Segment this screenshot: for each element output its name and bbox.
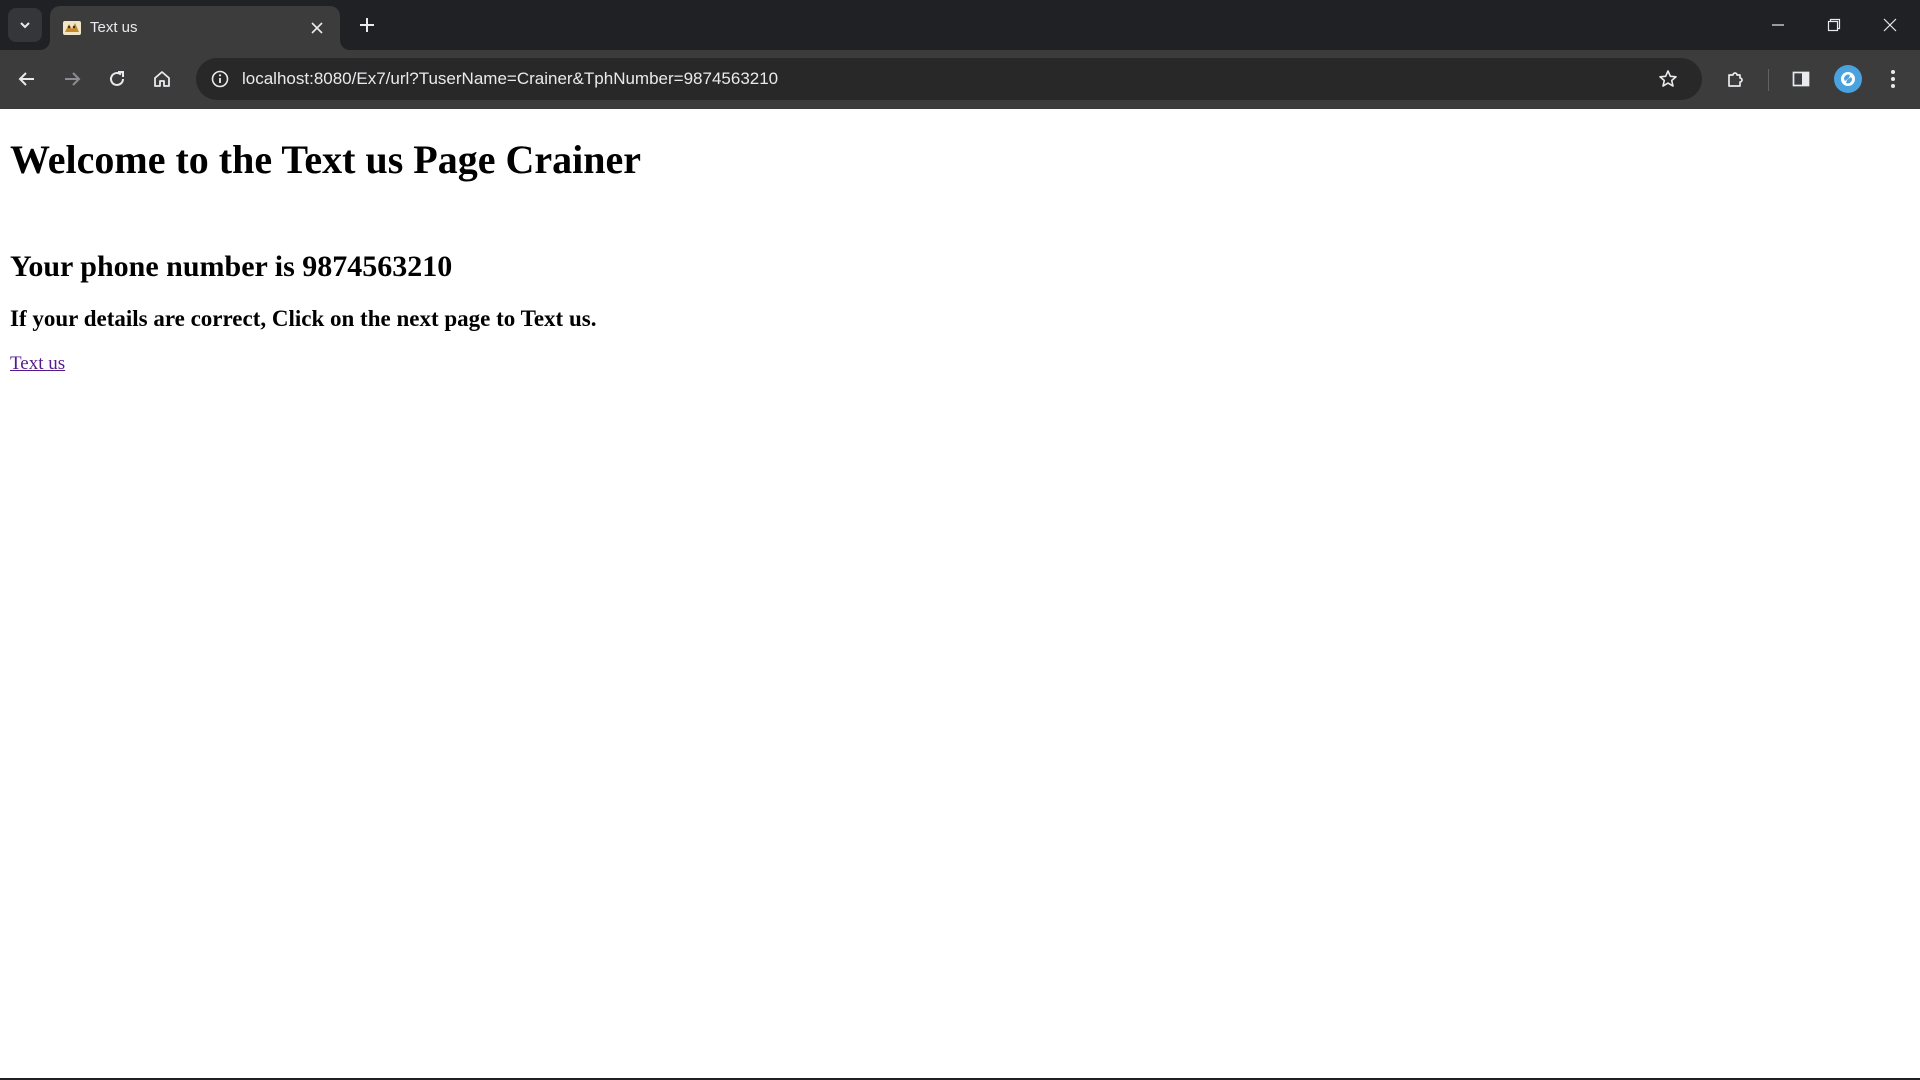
minimize-icon — [1772, 24, 1784, 26]
address-bar[interactable]: localhost:8080/Ex7/url?TuserName=Crainer… — [196, 58, 1702, 100]
forward-button[interactable] — [53, 60, 91, 98]
phone-number-heading: Your phone number is 9874563210 — [10, 250, 453, 283]
site-info-button[interactable] — [204, 63, 236, 95]
instruction-text: If your details are correct, Click on th… — [10, 306, 597, 331]
url-text[interactable]: localhost:8080/Ex7/url?TuserName=Crainer… — [242, 69, 778, 89]
window-close-button[interactable] — [1862, 0, 1918, 50]
browser-tab[interactable]: Text us — [50, 6, 340, 50]
home-icon — [154, 71, 170, 87]
page-content: Welcome to the Text us Page Crainer Your… — [0, 109, 1920, 1080]
new-tab-button[interactable] — [350, 8, 384, 42]
back-arrow-icon — [18, 72, 34, 86]
profile-emblem-icon — [1841, 72, 1855, 86]
text-us-link[interactable]: Text us — [10, 353, 65, 375]
extensions-button[interactable] — [1717, 60, 1755, 98]
info-icon — [211, 70, 229, 88]
plus-icon — [360, 18, 374, 32]
reload-icon — [110, 71, 124, 86]
close-icon — [311, 22, 323, 34]
bookmark-button[interactable] — [1652, 63, 1684, 95]
browser-toolbar: localhost:8080/Ex7/url?TuserName=Crainer… — [0, 50, 1920, 109]
browser-chrome: Text us localhost:8080/Ex7/url?TuserName… — [0, 0, 1920, 109]
tab-title: Text us — [90, 19, 138, 36]
minimize-button[interactable] — [1750, 0, 1806, 50]
profile-avatar-icon[interactable] — [1834, 65, 1862, 93]
home-button[interactable] — [143, 60, 181, 98]
tab-close-button[interactable] — [304, 15, 330, 41]
menu-button[interactable] — [1874, 60, 1912, 98]
restore-icon — [1827, 18, 1841, 32]
back-button[interactable] — [8, 60, 46, 98]
tab-strip: Text us — [0, 0, 1920, 50]
tomcat-favicon-icon — [63, 21, 81, 35]
restore-button[interactable] — [1806, 0, 1862, 50]
chevron-down-icon — [20, 22, 30, 29]
close-icon — [1883, 18, 1897, 32]
forward-arrow-icon — [65, 72, 81, 86]
side-panel-button[interactable] — [1782, 60, 1820, 98]
side-panel-icon — [1792, 71, 1810, 87]
reload-button[interactable] — [98, 60, 136, 98]
toolbar-divider — [1768, 69, 1769, 91]
tab-search-button[interactable] — [8, 8, 42, 42]
star-icon — [1659, 70, 1677, 87]
puzzle-icon — [1728, 72, 1743, 87]
more-vert-icon — [1891, 70, 1895, 88]
page-heading: Welcome to the Text us Page Crainer — [10, 137, 641, 182]
